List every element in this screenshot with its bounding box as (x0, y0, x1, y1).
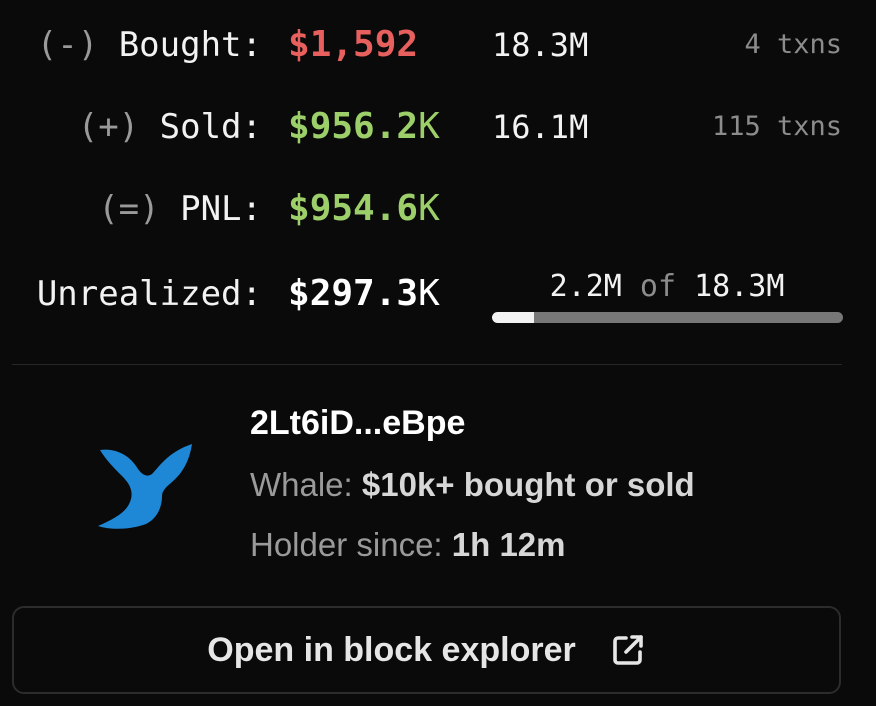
holding-progress-text: 2.2M of 18.3M (492, 262, 842, 312)
sold-txns: 115 txns (711, 111, 842, 142)
bought-value: $1,592 (288, 24, 419, 65)
unrealized-value: $297.3K (288, 273, 440, 314)
open-block-explorer-button[interactable]: Open in block explorer (12, 606, 841, 694)
bought-txns: 4 txns (744, 29, 842, 60)
open-block-explorer-label: Open in block explorer (207, 630, 576, 669)
holder-since-value: 1h 12m (451, 526, 566, 563)
divider (12, 364, 842, 365)
whale-status: Whale: $10k+ bought or sold (250, 466, 695, 503)
holding-progress-bar (492, 312, 843, 323)
pnl-label: (=) PNL: (98, 189, 262, 229)
holding-total: 18.3M (694, 269, 785, 304)
holding-progress-fill (492, 312, 535, 323)
holding-held: 2.2M (549, 269, 622, 304)
bought-row: (-) Bought: $1,592 18.3M 4 txns (0, 15, 876, 75)
whale-status-value: $10k+ bought or sold (361, 466, 695, 503)
holding-of: of (639, 269, 677, 304)
external-link-icon (612, 635, 643, 665)
whale-tail-icon (98, 444, 192, 529)
bought-quantity: 18.3M (492, 26, 589, 64)
holder-since: Holder since: 1h 12m (250, 526, 566, 563)
pnl-sign: (=) (98, 189, 160, 229)
sold-sign: (+) (77, 107, 140, 147)
bought-sign: (-) (36, 25, 99, 65)
wallet-address[interactable]: 2Lt6iD...eBpe (250, 400, 465, 446)
unrealized-label: Unrealized: (36, 274, 262, 314)
sold-label: (+) Sold: (77, 107, 262, 147)
sold-value: $956.2K (288, 106, 440, 147)
pnl-value: $954.6K (288, 188, 440, 229)
sold-row: (+) Sold: $956.2K 16.1M 115 txns (0, 97, 876, 157)
sold-quantity: 16.1M (492, 108, 589, 146)
pnl-row: (=) PNL: $954.6K (0, 179, 876, 239)
bought-label: (-) Bought: (36, 25, 262, 65)
